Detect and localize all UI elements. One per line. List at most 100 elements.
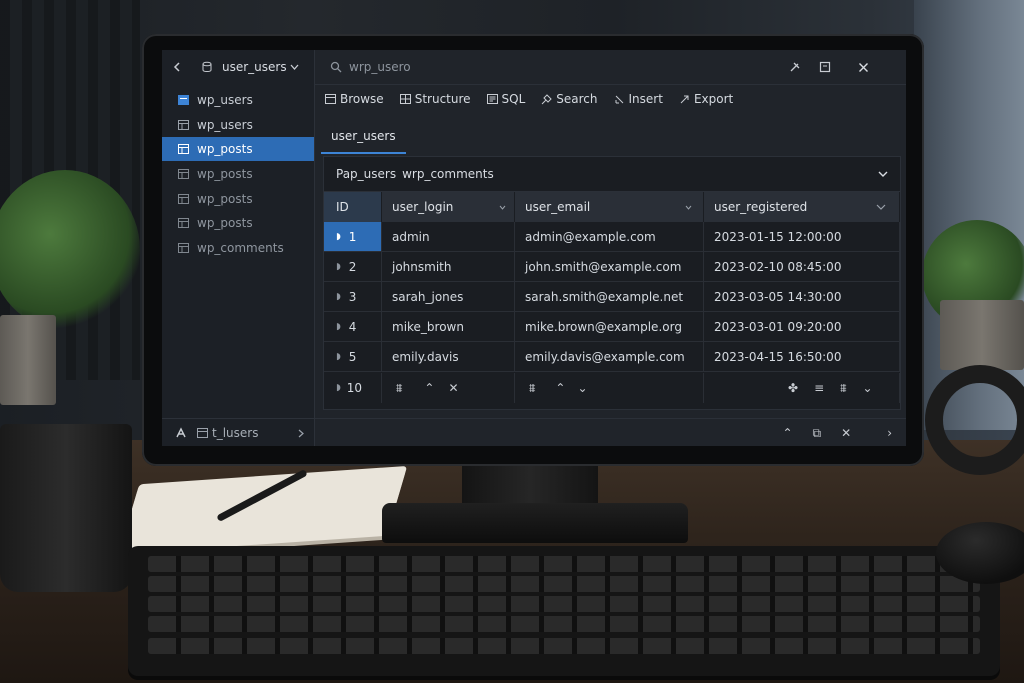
- tab-structure-label: Structure: [414, 92, 471, 106]
- row-toggle-icon: ◗: [336, 383, 341, 393]
- tab-insert[interactable]: Insert: [614, 92, 663, 106]
- tab-search[interactable]: Search: [541, 92, 598, 106]
- table-row[interactable]: ◗ 5 emily.davis emily.davis@example.com …: [324, 342, 900, 372]
- user-email-cell: mike.brown@example.org: [515, 312, 704, 342]
- arrow-left-icon[interactable]: [170, 61, 184, 73]
- sidebar-item-wp-posts-active[interactable]: wp_posts: [162, 137, 314, 161]
- user-email-cell: sarah.smith@example.net: [515, 282, 704, 312]
- row-id-cell[interactable]: ◗ 5: [324, 342, 382, 372]
- row-id: 1: [348, 229, 357, 244]
- database-selector-label: user_users: [222, 60, 287, 74]
- sidebar-item-wp-posts[interactable]: wp_posts: [162, 211, 314, 235]
- export-icon: [679, 94, 690, 105]
- row-id-cell[interactable]: ◗ 1: [324, 222, 382, 252]
- table-icon: [176, 218, 190, 228]
- coffee-mug: [0, 424, 132, 592]
- table-blue-icon: [176, 95, 190, 105]
- sidebar-item-label: wp_posts: [197, 142, 253, 156]
- settings-icon[interactable]: [174, 427, 188, 439]
- copy-icon[interactable]: ⧉: [813, 426, 822, 441]
- table-row[interactable]: ◗ 3 sarah_jones sarah.smith@example.net …: [324, 282, 900, 312]
- table-row[interactable]: ◗ 1 admin admin@example.com 2023-01-15 1…: [324, 222, 900, 252]
- status-footer: ⌃ ⧉ ✕ ›: [315, 418, 906, 446]
- row-toggle-icon: ◗: [336, 231, 341, 242]
- pager-tools-2: ⩩ ⌃ ⌄: [515, 373, 704, 403]
- tab-insert-label: Insert: [628, 92, 663, 106]
- user-registered-cell: 2023-01-15 12:00:00: [704, 222, 900, 252]
- sidebar-topbar: user_users: [162, 50, 314, 84]
- key-row: [148, 556, 980, 572]
- column-header-user-email[interactable]: user_email: [515, 192, 704, 222]
- table-icon: [176, 243, 190, 253]
- user-registered: 2023-03-01 09:20:00: [714, 319, 842, 334]
- first-page-icon[interactable]: ⩩: [396, 381, 402, 396]
- grid-icon[interactable]: ⩩: [840, 381, 846, 396]
- tab-export[interactable]: Export: [679, 92, 733, 106]
- pager-tools-3: ✤ ≡ ⩩ ⌄: [704, 373, 900, 403]
- table-icon: [196, 428, 208, 438]
- sidebar-item-wp-comments[interactable]: wp_comments: [162, 236, 314, 260]
- column-header-user-login[interactable]: user_login: [382, 192, 515, 222]
- user-registered: 2023-02-10 08:45:00: [714, 259, 842, 274]
- pot-right: [940, 300, 1024, 370]
- filter-icon[interactable]: ⩩: [529, 381, 535, 396]
- column-header-label: user_login: [392, 200, 454, 214]
- table-icon: [176, 120, 190, 130]
- user-email: admin@example.com: [525, 229, 656, 244]
- table-row[interactable]: ◗ 2 johnsmith john.smith@example.com 202…: [324, 252, 900, 282]
- search-icon: [541, 93, 552, 105]
- close-icon[interactable]: [855, 62, 871, 73]
- bookmark-icon[interactable]: ✤: [788, 381, 798, 395]
- user-email: mike.brown@example.org: [525, 319, 682, 334]
- refresh-icon[interactable]: ⌃: [782, 426, 792, 440]
- search-input[interactable]: wrp_usero: [349, 60, 729, 74]
- user-login: johnsmith: [392, 259, 452, 274]
- rows-per-page[interactable]: ◗ 10: [324, 373, 382, 403]
- close-icon[interactable]: ✕: [841, 426, 851, 440]
- database-selector[interactable]: user_users: [222, 60, 299, 74]
- user-registered-cell: 2023-04-15 16:50:00: [704, 342, 900, 372]
- chevron-down-icon[interactable]: [878, 170, 888, 178]
- chevron-right-icon[interactable]: [298, 429, 304, 438]
- user-email: emily.davis@example.com: [525, 349, 685, 364]
- user-registered-cell: 2023-03-01 09:20:00: [704, 312, 900, 342]
- sidebar-item-wp-users-header[interactable]: wp_users: [162, 88, 322, 112]
- chevron-down-icon[interactable]: ⌄: [863, 381, 873, 395]
- column-header-id[interactable]: ID: [324, 192, 382, 222]
- maximize-icon[interactable]: [817, 61, 833, 73]
- sidebar-footer-label[interactable]: t_lusers: [212, 426, 258, 440]
- user-registered: 2023-03-05 14:30:00: [714, 289, 842, 304]
- row-id-cell[interactable]: ◗ 2: [324, 252, 382, 282]
- row-id-cell[interactable]: ◗ 3: [324, 282, 382, 312]
- prev-page-icon[interactable]: ⌃: [424, 381, 434, 395]
- tab-row: user_users: [315, 120, 906, 154]
- next-page-icon[interactable]: ✕: [448, 381, 458, 395]
- database-icon: [200, 61, 214, 73]
- key-row: [148, 638, 980, 654]
- sidebar-item-wp-posts[interactable]: wp_posts: [162, 162, 314, 186]
- tab-user-users[interactable]: user_users: [321, 120, 406, 154]
- user-login: sarah_jones: [392, 289, 464, 304]
- headphones: [925, 365, 1024, 475]
- chevron-right-icon[interactable]: ›: [887, 426, 892, 440]
- sidebar-item-wp-users[interactable]: wp_users: [162, 113, 314, 137]
- pin-icon[interactable]: [787, 61, 803, 73]
- tab-structure[interactable]: Structure: [399, 92, 471, 106]
- sort-asc-icon[interactable]: ⌃: [555, 381, 565, 395]
- tab-sql[interactable]: SQL: [486, 92, 525, 106]
- row-id-cell[interactable]: ◗ 4: [324, 312, 382, 342]
- sort-desc-icon[interactable]: ⌄: [577, 381, 587, 395]
- user-login: mike_brown: [392, 319, 464, 334]
- user-email-cell: john.smith@example.com: [515, 252, 704, 282]
- keyboard: [128, 546, 1000, 676]
- sidebar-item-wp-posts[interactable]: wp_posts: [162, 187, 314, 211]
- row-toggle-icon: ◗: [336, 291, 341, 302]
- column-header-user-registered[interactable]: user_registered: [704, 192, 900, 222]
- sidebar-item-label: wp_comments: [197, 241, 284, 255]
- list-icon[interactable]: ≡: [814, 381, 824, 395]
- key-row: [148, 616, 980, 632]
- user-registered-cell: 2023-03-05 14:30:00: [704, 282, 900, 312]
- table-row[interactable]: ◗ 4 mike_brown mike.brown@example.org 20…: [324, 312, 900, 342]
- table-filter[interactable]: Pap_users wrp_comments: [324, 157, 900, 192]
- tab-browse[interactable]: Browse: [325, 92, 384, 106]
